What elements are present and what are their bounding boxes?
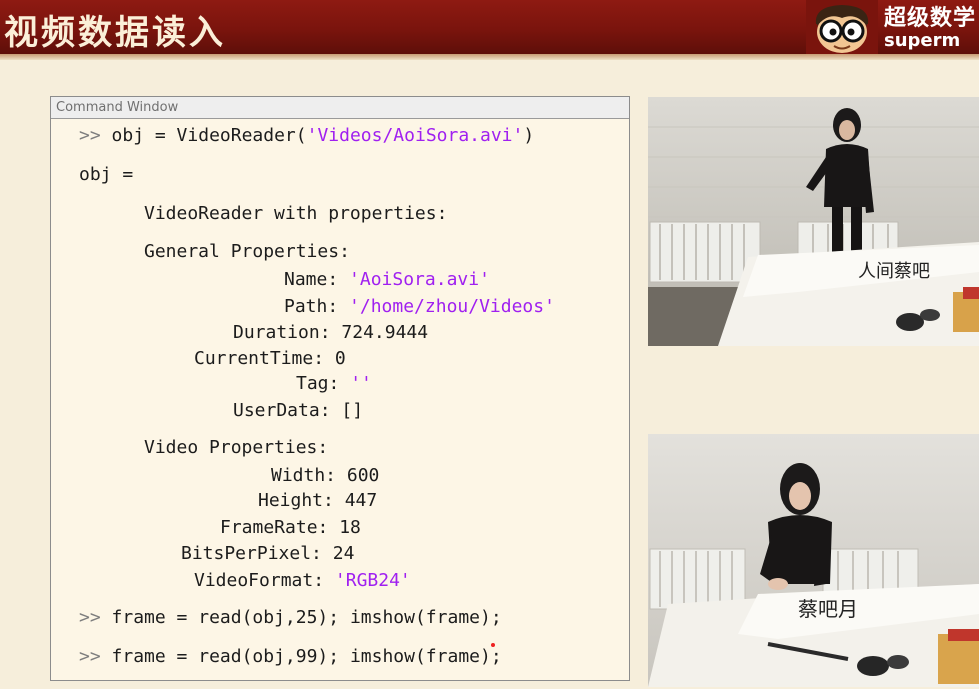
calligraphy-text: 人间蔡吧 [858, 261, 930, 282]
property-value: '/home/zhou/Videos' [349, 296, 555, 317]
property-path: Path: '/home/zhou/Videos' [284, 296, 555, 317]
command-code: obj = VideoReader( [111, 125, 307, 146]
property-value: 'RGB24' [334, 570, 411, 591]
annotation-dot [491, 643, 495, 647]
property-name: Name: 'AoiSora.avi' [284, 269, 490, 290]
property-width: Width: 600 [271, 465, 379, 486]
slide-title: 视频数据读入 [4, 13, 226, 53]
section-video-properties: Video Properties: [144, 437, 329, 458]
video-frame-99-image: 蔡吧月 [648, 434, 979, 687]
property-value: 18 [339, 517, 361, 538]
property-videoformat: VideoFormat: 'RGB24' [194, 570, 411, 591]
command-line-2[interactable]: >> frame = read(obj,25); imshow(frame); [79, 607, 502, 628]
property-value: 600 [346, 465, 380, 486]
property-value: 'AoiSora.avi' [349, 269, 490, 290]
property-key: BitsPerPixel: [181, 543, 322, 564]
slide-header: 视频数据读入 超级数学 superm [0, 0, 979, 54]
property-value: [] [341, 400, 364, 421]
property-userdata: UserData: [] [233, 400, 363, 421]
property-key: VideoFormat: [194, 570, 325, 591]
prompt-symbol: >> [79, 125, 101, 146]
property-height: Height: 447 [258, 490, 377, 511]
property-value: 447 [344, 490, 378, 511]
command-line-1[interactable]: >> obj = VideoReader('Videos/AoiSora.avi… [79, 125, 534, 146]
property-key: CurrentTime: [194, 348, 325, 369]
property-currenttime: CurrentTime: 0 [194, 348, 346, 369]
property-key: FrameRate: [220, 517, 329, 538]
string-literal: 'Videos/AoiSora.avi' [306, 125, 524, 146]
property-value: 724.9444 [341, 322, 429, 343]
prompt-symbol: >> [79, 607, 101, 628]
property-key: Height: [258, 490, 334, 511]
property-tag: Tag: '' [296, 373, 372, 394]
property-key: UserData: [233, 400, 331, 421]
video-frame-25-image: 人间蔡吧 [648, 97, 979, 346]
section-general-properties: General Properties: [144, 241, 350, 262]
command-window[interactable]: Command Window >> obj = VideoReader('Vid… [50, 96, 630, 681]
property-value: '' [350, 373, 372, 394]
property-bitsperpixel: BitsPerPixel: 24 [181, 543, 354, 564]
property-key: Tag: [296, 373, 340, 394]
property-duration: Duration: 724.9444 [233, 322, 428, 343]
output-variable-line: obj = [79, 164, 134, 185]
command-window-title: Command Window [51, 97, 629, 119]
property-key: Width: [271, 465, 337, 486]
brand-logo-english: superm [884, 30, 961, 51]
header-divider [0, 54, 979, 60]
command-code-end: ) [523, 125, 535, 146]
property-key: Path: [284, 296, 339, 317]
prompt-symbol: >> [79, 646, 101, 667]
output-heading: VideoReader with properties: [144, 203, 448, 224]
property-key: Name: [284, 269, 339, 290]
brand-logo-chinese: 超级数学 [884, 6, 977, 31]
property-value: 24 [332, 543, 355, 564]
calligraphy-text: 蔡吧月 [798, 597, 858, 621]
property-framerate: FrameRate: 18 [220, 517, 361, 538]
property-value: 0 [334, 348, 346, 369]
command-code: frame = read(obj,25); imshow(frame); [111, 607, 502, 628]
command-line-3[interactable]: >> frame = read(obj,99); imshow(frame); [79, 646, 502, 667]
property-key: Duration: [233, 322, 331, 343]
command-code: frame = read(obj,99); imshow(frame); [111, 646, 502, 667]
mascot-logo-icon [806, 0, 878, 54]
